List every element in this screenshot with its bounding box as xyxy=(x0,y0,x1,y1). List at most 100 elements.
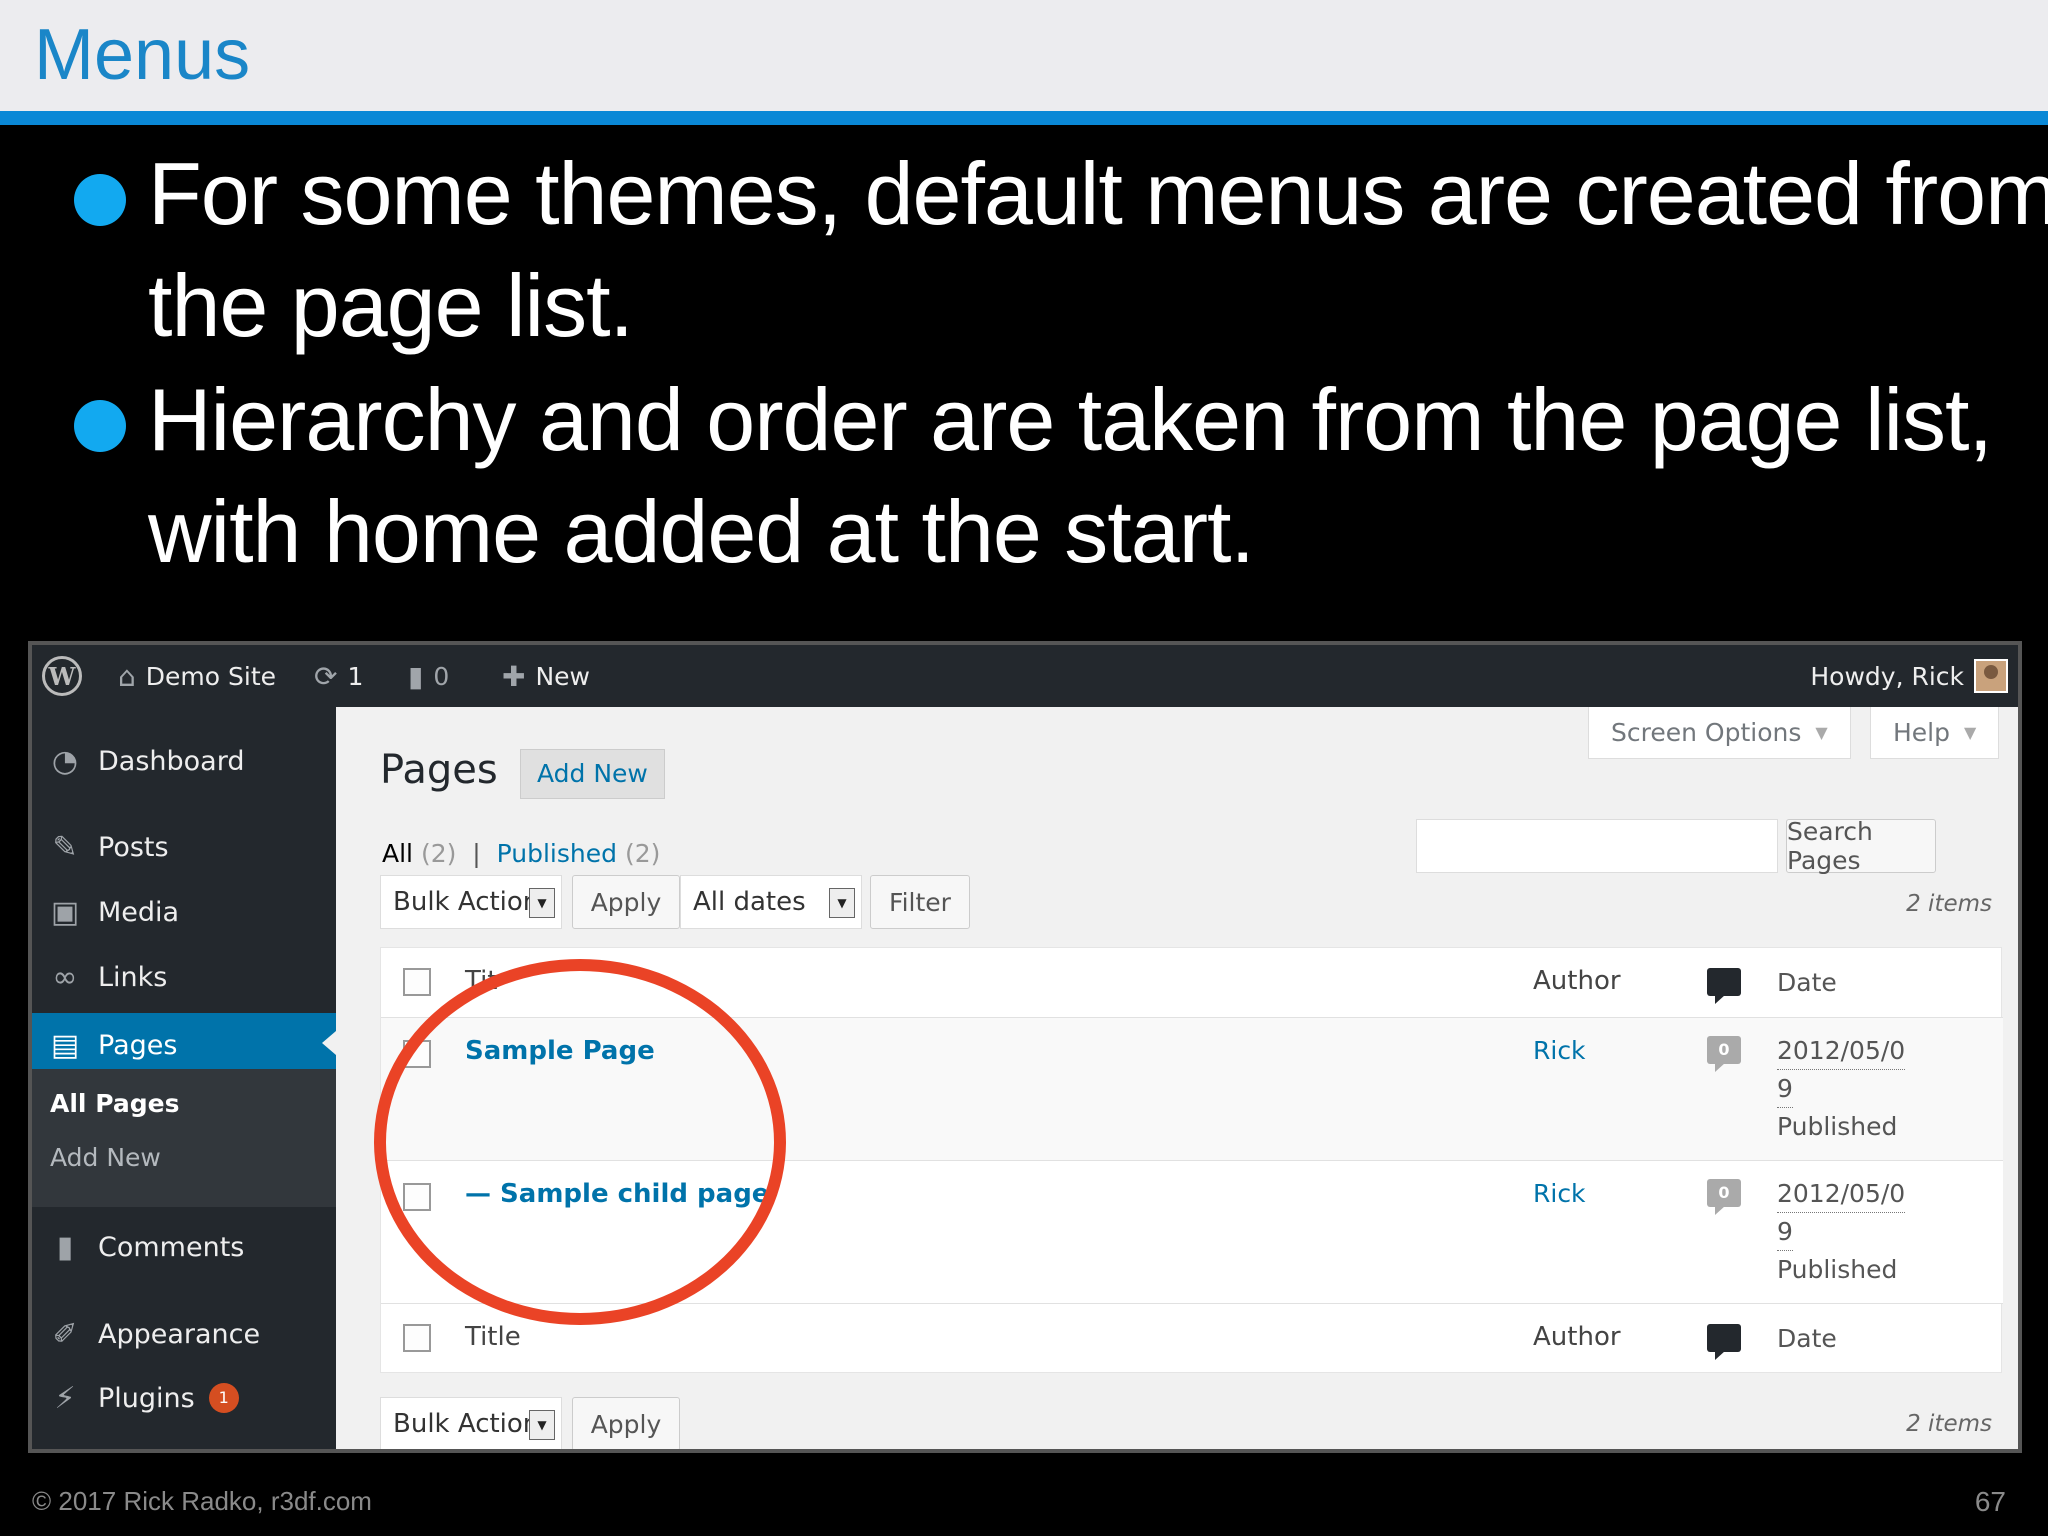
bullet-text: For some themes, default menus are creat… xyxy=(148,144,2048,355)
items-count: 2 items xyxy=(1906,891,1992,917)
wordpress-icon: W xyxy=(42,656,82,696)
filter-all-count: (2) xyxy=(420,839,457,868)
row-status: Published xyxy=(1777,1112,1898,1141)
help-label: Help xyxy=(1893,718,1950,747)
sidebar-item-plugins[interactable]: ⚡ Plugins 1 xyxy=(32,1368,336,1428)
comment-icon: ▮ xyxy=(408,659,424,693)
sidebar-item-label: Posts xyxy=(98,831,169,863)
column-comments[interactable] xyxy=(1707,968,1741,1004)
media-icon: ▣ xyxy=(50,894,80,930)
apply-button-bottom[interactable]: Apply xyxy=(572,1397,680,1449)
site-name: Demo Site xyxy=(145,661,277,691)
help-button[interactable]: Help ▼ xyxy=(1870,707,2000,759)
column-date[interactable]: Date xyxy=(1777,964,1837,1001)
row-date-line1: 2012/05/0 xyxy=(1777,1175,1906,1213)
dropdown-arrow-icon: ▼ xyxy=(529,888,555,918)
update-icon: ⟳ xyxy=(314,659,338,693)
row-date: 2012/05/0 9 Published xyxy=(1777,1032,1906,1145)
sidebar-item-label: Pages xyxy=(98,1029,178,1061)
submenu-all-pages[interactable]: All Pages xyxy=(50,1089,179,1118)
new-content-link[interactable]: ✚ New xyxy=(502,645,590,707)
sidebar-item-media[interactable]: ▣ Media xyxy=(32,882,336,942)
sidebar-item-pages[interactable]: ▤ Pages xyxy=(32,1013,336,1077)
bullet-dot-icon xyxy=(74,400,126,452)
sidebar-item-label: Appearance xyxy=(98,1318,261,1350)
bulk-actions-select[interactable]: Bulk Actions ▼ xyxy=(380,875,562,929)
select-all-checkbox-footer[interactable] xyxy=(403,1324,431,1352)
sidebar-item-posts[interactable]: ✎ Posts xyxy=(32,817,336,877)
new-label: New xyxy=(535,661,590,691)
comment-bubble-icon xyxy=(1707,968,1741,1004)
slide-number: 67 xyxy=(1974,1486,2006,1517)
sidebar-item-comments[interactable]: ▮ Comments xyxy=(32,1217,336,1277)
screen-options-label: Screen Options xyxy=(1611,718,1802,747)
brush-icon: ✐ xyxy=(52,1316,78,1352)
row-date: 2012/05/0 9 Published xyxy=(1777,1175,1906,1288)
updates-link[interactable]: ⟳ 1 xyxy=(314,645,363,707)
sidebar-item-label: Links xyxy=(98,961,168,993)
select-all-checkbox[interactable] xyxy=(403,968,431,996)
comments-count: 0 xyxy=(433,661,450,691)
admin-bar: W ⌂ Demo Site ⟳ 1 ▮ 0 ✚ New Howdy, Rick xyxy=(32,645,2018,707)
comment-bubble-icon xyxy=(1707,1324,1741,1360)
avatar xyxy=(1974,659,2008,693)
filter-button[interactable]: Filter xyxy=(870,875,970,929)
column-author: Author xyxy=(1533,966,1621,996)
dropdown-arrow-icon: ▼ xyxy=(529,1410,555,1440)
filter-separator: | xyxy=(472,839,481,868)
site-name-link[interactable]: ⌂ Demo Site xyxy=(118,645,276,707)
column-title-footer[interactable]: Title xyxy=(465,1322,521,1352)
filter-published[interactable]: Published xyxy=(497,839,617,868)
annotation-circle xyxy=(374,959,786,1325)
sidebar-item-dashboard[interactable]: ◔ Dashboard xyxy=(32,731,336,791)
bulk-actions-select-bottom[interactable]: Bulk Actions ▼ xyxy=(380,1397,562,1449)
pages-submenu: All Pages Add New xyxy=(32,1069,336,1207)
comments-link[interactable]: ▮ 0 xyxy=(408,645,449,707)
slide-header: Menus xyxy=(0,0,2048,111)
comment-bubble-icon: 0 xyxy=(1707,1036,1741,1072)
copyright: © 2017 Rick Radko, r3df.com xyxy=(32,1486,372,1516)
link-icon: ∞ xyxy=(52,959,78,995)
sidebar-item-label: Comments xyxy=(98,1231,245,1263)
bullet-text: Hierarchy and order are taken from the p… xyxy=(148,370,1993,581)
sidebar-item-links[interactable]: ∞ Links xyxy=(32,947,336,1007)
slide-title: Menus xyxy=(34,15,251,95)
bullet-dot-icon xyxy=(74,174,126,226)
pin-icon: ✎ xyxy=(52,829,78,865)
items-count-bottom: 2 items xyxy=(1906,1411,1992,1437)
filter-published-count: (2) xyxy=(624,839,661,868)
search-input[interactable] xyxy=(1416,819,1778,873)
plugin-icon: ⚡ xyxy=(54,1380,76,1416)
wp-logo-menu[interactable]: W xyxy=(42,645,82,707)
filter-all[interactable]: All xyxy=(382,839,413,868)
sidebar-item-label: Plugins xyxy=(98,1382,195,1414)
row-author-link[interactable]: Rick xyxy=(1533,1179,1586,1208)
comment-icon: ▮ xyxy=(56,1229,74,1265)
add-new-button[interactable]: Add New xyxy=(520,749,665,799)
submenu-add-new[interactable]: Add New xyxy=(50,1143,161,1172)
wp-admin-screenshot: W ⌂ Demo Site ⟳ 1 ▮ 0 ✚ New Howdy, Rick … xyxy=(28,641,2022,1453)
screen-options-button[interactable]: Screen Options ▼ xyxy=(1588,707,1851,759)
account-menu[interactable]: Howdy, Rick xyxy=(1810,645,2008,707)
sidebar-item-label: Dashboard xyxy=(98,745,245,777)
row-author-link[interactable]: Rick xyxy=(1533,1036,1586,1065)
triangle-down-icon: ▼ xyxy=(1815,723,1828,742)
sidebar-item-label: Media xyxy=(98,896,180,928)
column-author-footer: Author xyxy=(1533,1322,1621,1352)
page-title: Pages xyxy=(380,747,498,793)
apply-button[interactable]: Apply xyxy=(572,875,680,929)
dropdown-arrow-icon: ▼ xyxy=(829,888,855,918)
search-pages-button[interactable]: Search Pages xyxy=(1786,817,1936,875)
row-date-line2: 9 xyxy=(1777,1070,1793,1108)
status-filters: All (2) | Published (2) xyxy=(382,839,660,868)
dates-value: All dates xyxy=(693,887,806,917)
updates-count: 1 xyxy=(347,661,364,691)
sidebar-item-appearance[interactable]: ✐ Appearance xyxy=(32,1304,336,1364)
title-divider xyxy=(0,111,2048,125)
row-date-line2: 9 xyxy=(1777,1213,1793,1251)
row-comment-count[interactable]: 0 xyxy=(1707,1179,1741,1215)
column-date-footer[interactable]: Date xyxy=(1777,1320,1837,1357)
row-comment-count[interactable]: 0 xyxy=(1707,1036,1741,1072)
dates-select[interactable]: All dates ▼ xyxy=(680,875,862,929)
column-comments-footer[interactable] xyxy=(1707,1324,1741,1360)
